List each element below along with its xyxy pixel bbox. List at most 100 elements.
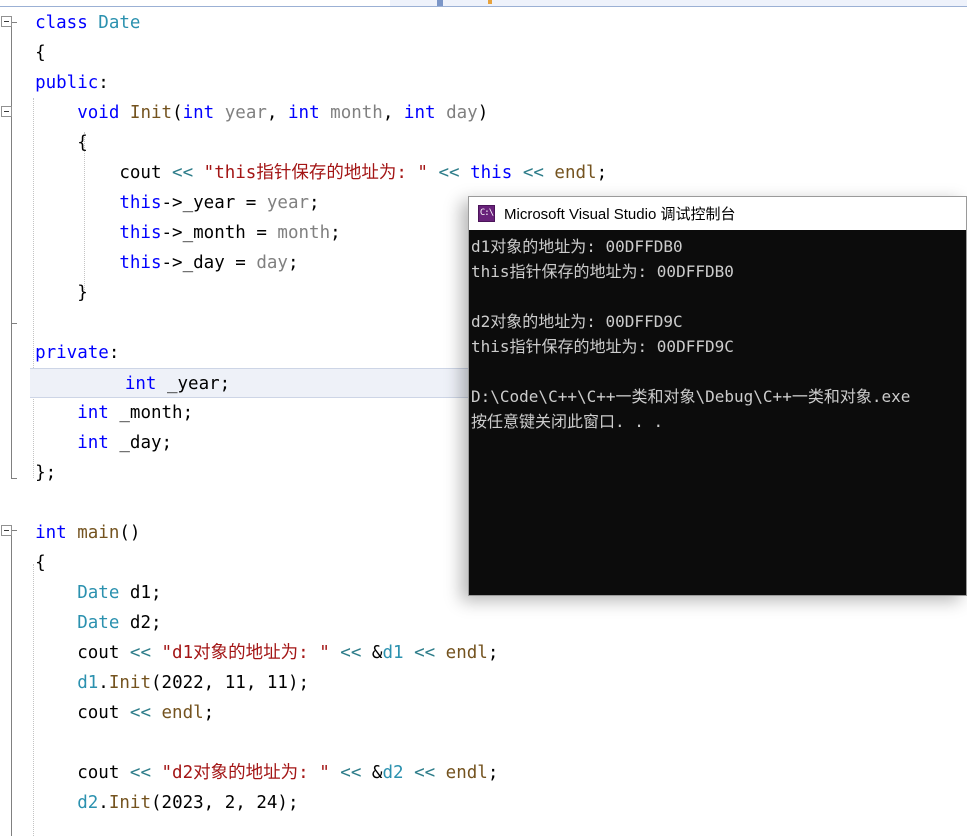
code-token: Init [108, 673, 151, 693]
code-token: void [77, 103, 130, 123]
code-token: . [98, 673, 109, 693]
console-line: D:\Code\C++\C++一类和对象\Debug\C++一类和对象.exe [471, 387, 911, 406]
code-line[interactable]: cout << "this指针保存的地址为: " << this << endl… [0, 158, 967, 188]
code-token: (2023, 2, 24); [151, 793, 299, 813]
code-token: endl [554, 163, 597, 183]
code-token: class [35, 13, 99, 33]
code-token: d1 [77, 673, 99, 693]
code-token: . [98, 793, 109, 813]
code-line[interactable]: public: [0, 68, 967, 98]
code-token: "d1对象的地址为: " [161, 643, 330, 663]
code-token: int [77, 403, 120, 423]
console-title: Microsoft Visual Studio 调试控制台 [504, 206, 736, 223]
code-line[interactable]: cout << "d1对象的地址为: " << &d1 << endl; [0, 638, 967, 668]
console-line: this指针保存的地址为: 00DFFD9C [471, 337, 734, 356]
code-token: this [470, 163, 513, 183]
code-token: this [119, 253, 162, 273]
toolbar-strip-left-gap [0, 0, 390, 6]
code-token: private [35, 343, 109, 363]
code-line[interactable]: class Date [0, 8, 967, 38]
code-token: day [446, 103, 478, 123]
code-token: cout [119, 163, 173, 183]
code-token: d1; [129, 583, 162, 603]
code-token: }; [35, 463, 57, 483]
console-titlebar[interactable]: C:\ Microsoft Visual Studio 调试控制台 [469, 197, 966, 230]
code-token: _month; [119, 403, 194, 423]
console-output: d1对象的地址为: 00DFFDB0 this指针保存的地址为: 00DFFDB0… [469, 230, 966, 595]
code-line[interactable]: cout << "d2对象的地址为: " << &d2 << endl; [0, 758, 967, 788]
code-token: day [256, 253, 288, 273]
code-token: int [35, 523, 78, 543]
code-token: month [277, 223, 331, 243]
code-line[interactable]: d2.Init(2023, 2, 24); [0, 788, 967, 818]
code-token: "d2对象的地址为: " [161, 763, 330, 783]
code-token: Date [77, 583, 130, 603]
code-token: d2; [129, 613, 162, 633]
code-token: year [266, 193, 310, 213]
code-line[interactable]: Date d2; [0, 608, 967, 638]
code-token: << [129, 643, 162, 663]
code-token: ; [596, 163, 608, 183]
code-line[interactable] [0, 728, 967, 758]
code-token: int [288, 103, 331, 123]
code-token: endl [161, 703, 204, 723]
code-line[interactable]: cout << endl; [0, 698, 967, 728]
code-token: << [414, 763, 446, 783]
console-line: this指针保存的地址为: 00DFFDB0 [471, 262, 734, 281]
code-token: Date [77, 613, 130, 633]
console-window[interactable]: C:\ Microsoft Visual Studio 调试控制台 d1对象的地… [468, 196, 967, 596]
code-token: Date [98, 13, 141, 33]
code-token: d2 [77, 793, 99, 813]
code-line[interactable]: { [0, 128, 967, 158]
code-token: d1 [382, 643, 404, 663]
code-line[interactable]: d1.Init(2022, 11, 11); [0, 668, 967, 698]
console-line: d2对象的地址为: 00DFFD9C [471, 312, 683, 331]
code-token: ; [487, 763, 499, 783]
code-token: , [382, 103, 404, 123]
code-token: ->_month = [161, 223, 278, 243]
code-line[interactable]: void Init(int year, int month, int day) [0, 98, 967, 128]
code-token: } [77, 283, 88, 303]
console-window-icon: C:\ [478, 205, 495, 222]
code-token: ) [477, 103, 489, 123]
code-token: endl [445, 763, 488, 783]
code-token: { [35, 553, 46, 573]
code-token: main [77, 523, 120, 543]
code-token: "this指针保存的地址为: " [203, 163, 428, 183]
code-token: << [172, 163, 204, 183]
code-token: endl [445, 643, 488, 663]
code-token: year [224, 103, 267, 123]
code-token: , [266, 103, 288, 123]
console-line: d1对象的地址为: 00DFFDB0 [471, 237, 683, 256]
code-token: _year; [166, 374, 231, 394]
code-token: int [124, 374, 167, 394]
code-line[interactable]: { [0, 38, 967, 68]
code-token: ; [287, 253, 299, 273]
code-token: : [108, 343, 120, 363]
toolbar-strip [0, 0, 967, 7]
code-token: << [340, 763, 372, 783]
